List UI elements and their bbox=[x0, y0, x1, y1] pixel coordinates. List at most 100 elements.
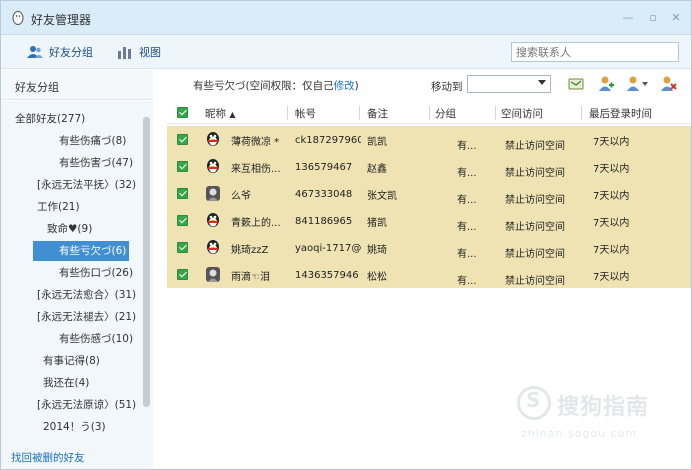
tree-scrollbar[interactable] bbox=[143, 117, 150, 407]
column-group[interactable]: 分组 bbox=[435, 106, 456, 121]
column-divider bbox=[495, 106, 496, 120]
edit-permission-link[interactable]: 修改 bbox=[334, 80, 355, 92]
view-label: 视图 bbox=[139, 46, 161, 59]
row-group: 有... bbox=[457, 222, 477, 233]
row-checkbox[interactable] bbox=[177, 161, 188, 172]
tree-item[interactable]: 有些伤痛づ(8) bbox=[59, 131, 126, 151]
column-space-access[interactable]: 空间访问 bbox=[501, 106, 543, 121]
tree-item[interactable]: [永远无法原谅〉(51) bbox=[37, 395, 136, 415]
tree-item[interactable]: [永远无法愈合〉(31) bbox=[37, 285, 136, 305]
tree-item[interactable]: 致命♥(9) bbox=[47, 219, 92, 239]
tree-item-selected[interactable]: 有些亏欠づ(6) bbox=[33, 241, 129, 261]
delete-friend-icon[interactable] bbox=[659, 75, 677, 93]
bar-chart-icon bbox=[118, 47, 131, 59]
tree-item[interactable]: 有些伤口づ(26) bbox=[59, 263, 133, 283]
tree-item[interactable]: 2014！う(3) bbox=[43, 417, 106, 437]
tree-item[interactable]: 有事记得(8) bbox=[43, 351, 100, 371]
row-access: 禁止访问空间 bbox=[505, 222, 565, 233]
row-last-login: 7天以内 bbox=[593, 245, 630, 256]
maximize-button[interactable]: ▫ bbox=[646, 11, 660, 25]
tree-item-label: [永远无法愈合〉(31) bbox=[37, 289, 137, 301]
message-icon[interactable] bbox=[567, 75, 585, 93]
qq-penguin-icon bbox=[207, 159, 219, 173]
add-friend-icon[interactable] bbox=[597, 75, 615, 93]
row-remark: 赵鑫 bbox=[367, 164, 387, 175]
title-bar: 好友管理器 — ▫ ✕ bbox=[1, 1, 691, 35]
tree-item-label: 2014！う(3) bbox=[43, 421, 106, 433]
friend-group-button[interactable]: 好友分组 bbox=[27, 43, 93, 61]
tree-item-label: 我还在(4) bbox=[43, 377, 90, 389]
row-checkbox[interactable] bbox=[177, 188, 188, 199]
tree-item-all[interactable]: 全部好友(277) bbox=[15, 109, 85, 129]
table-row[interactable]: 来互相伤... 136579467 赵鑫 有... 禁止访问空间 7天以内 bbox=[167, 153, 691, 180]
row-nickname: 姚琦zzZ bbox=[231, 245, 269, 256]
move-to-label: 移动到 bbox=[431, 81, 463, 93]
tree-item[interactable]: 工作(21) bbox=[37, 197, 80, 217]
tree-item-label: 全部好友(277) bbox=[15, 113, 86, 125]
row-remark: 张文凯 bbox=[367, 191, 397, 202]
close-button[interactable]: ✕ bbox=[669, 11, 683, 25]
select-all-checkbox[interactable] bbox=[177, 107, 188, 118]
column-account[interactable]: 帐号 bbox=[295, 106, 316, 121]
friend-group-label: 好友分组 bbox=[49, 46, 93, 59]
qq-penguin-icon bbox=[207, 132, 219, 146]
table-row[interactable]: 姚琦zzZ yaoqi-1717@... 姚琦 有... 禁止访问空间 7天以内 bbox=[167, 234, 691, 261]
column-divider bbox=[429, 106, 430, 120]
column-nickname-label: 昵称 bbox=[205, 108, 226, 120]
row-remark: 姚琦 bbox=[367, 245, 387, 256]
window-title: 好友管理器 bbox=[31, 13, 92, 27]
left-panel-header: 好友分组 bbox=[1, 70, 153, 100]
sort-asc-icon: ▲ bbox=[229, 110, 236, 119]
tree-item[interactable]: 我还在(4) bbox=[43, 373, 89, 393]
row-checkbox[interactable] bbox=[177, 215, 188, 226]
tree-item-label: [永远无法原谅〉(51) bbox=[37, 399, 137, 411]
search-input[interactable] bbox=[511, 42, 679, 62]
friend-manager-window: 好友管理器 — ▫ ✕ 好友分组 视图 好友分组 全部好友(277) 有些伤痛づ… bbox=[0, 0, 692, 470]
group-permission-info: 有些亏欠づ(空间权限：仅自己修改) bbox=[193, 78, 359, 93]
table-row[interactable]: 青簌上的... 841186965 猪凯 有... 禁止访问空间 7天以内 bbox=[167, 207, 691, 234]
tree-item[interactable]: 有些伤感づ(10) bbox=[59, 329, 133, 349]
tree-item-label: 有事记得(8) bbox=[43, 355, 100, 367]
row-remark: 凯凯 bbox=[367, 137, 387, 148]
tree-item[interactable]: [永远无法褪去〉(21) bbox=[37, 307, 136, 327]
row-group: 有... bbox=[457, 249, 477, 260]
qq-penguin-icon bbox=[207, 240, 219, 254]
column-remark[interactable]: 备注 bbox=[367, 106, 388, 121]
row-last-login: 7天以内 bbox=[593, 164, 630, 175]
tree-item-label: [永远无法褪去〉(21) bbox=[37, 311, 137, 323]
friend-settings-icon[interactable] bbox=[625, 75, 651, 93]
toolbar: 好友分组 视图 bbox=[1, 35, 691, 69]
row-checkbox[interactable] bbox=[177, 269, 188, 280]
dropdown-arrow-icon bbox=[538, 80, 546, 85]
view-button[interactable]: 视图 bbox=[117, 43, 161, 61]
minimize-button[interactable]: — bbox=[621, 11, 635, 25]
column-divider bbox=[287, 106, 288, 120]
row-group: 有... bbox=[457, 195, 477, 206]
row-nickname: 么爷 bbox=[231, 191, 251, 202]
tree-item-label: 有些伤害づ(47) bbox=[59, 157, 134, 169]
tree-item-label: 致命♥(9) bbox=[47, 223, 93, 235]
friend-table-header: 昵称 ▲ 帐号 备注 分组 空间访问 最后登录时间 bbox=[167, 102, 691, 124]
row-nickname: 青簌上的... bbox=[231, 218, 281, 229]
recover-deleted-friends-link[interactable]: 找回被删的好友 bbox=[11, 450, 85, 465]
column-divider bbox=[581, 106, 582, 120]
column-last-login[interactable]: 最后登录时间 bbox=[589, 106, 652, 121]
tree-item[interactable]: 有些伤害づ(47) bbox=[59, 153, 133, 173]
tree-item-label: 有些亏欠づ(6) bbox=[59, 245, 127, 257]
row-account: 136579467 bbox=[295, 162, 353, 173]
row-checkbox[interactable] bbox=[177, 134, 188, 145]
row-account: 841186965 bbox=[295, 216, 353, 227]
move-to-select[interactable] bbox=[467, 75, 551, 93]
table-row[interactable]: 雨滴☜泪 1436357946 松松 有... 禁止访问空间 7天以内 bbox=[167, 261, 691, 288]
row-account: 467333048 bbox=[295, 189, 353, 200]
tree-item-label: 有些伤感づ(10) bbox=[59, 333, 134, 345]
left-panel-title: 好友分组 bbox=[15, 81, 59, 94]
row-remark: 松松 bbox=[367, 272, 387, 283]
table-row[interactable]: 薄荷微凉 * ck187297960... 凯凯 有... 禁止访问空间 7天以… bbox=[167, 126, 691, 153]
row-group: 有... bbox=[457, 141, 477, 152]
column-nickname[interactable]: 昵称 ▲ bbox=[205, 106, 236, 121]
row-checkbox[interactable] bbox=[177, 242, 188, 253]
tree-item[interactable]: [永远无法平抚〉(32) bbox=[37, 175, 136, 195]
table-row[interactable]: 么爷 467333048 张文凯 有... 禁止访问空间 7天以内 bbox=[167, 180, 691, 207]
tree-item-label: 有些伤痛づ(8) bbox=[59, 135, 127, 147]
